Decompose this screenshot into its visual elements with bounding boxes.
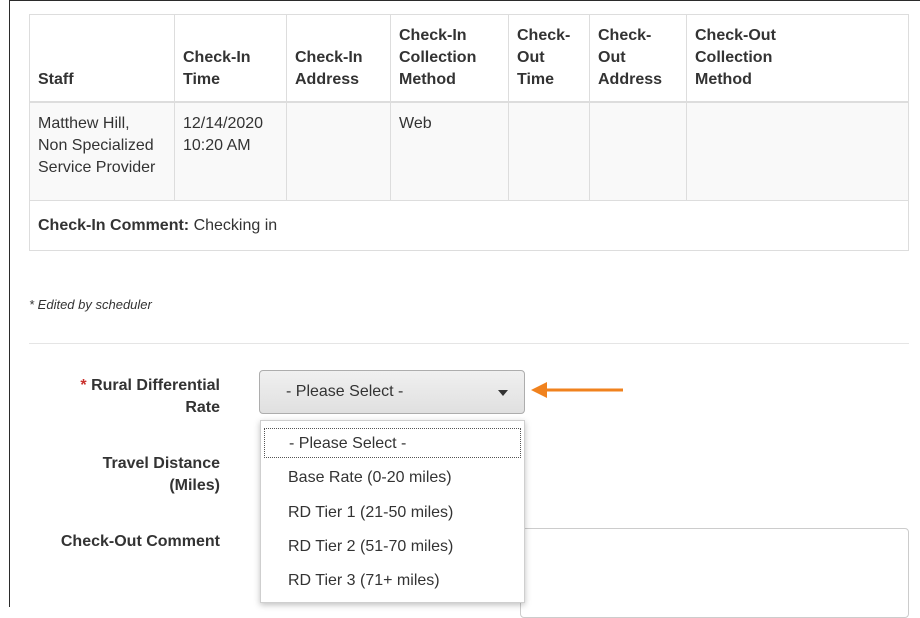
option-please-select[interactable]: - Please Select - bbox=[264, 428, 521, 458]
rural-differential-label: * Rural Differential Rate bbox=[40, 375, 220, 419]
visit-table: Staff Check-In Time Check-In Address Che… bbox=[29, 14, 909, 251]
table-row: Matthew Hill, Non Specialized Service Pr… bbox=[29, 101, 909, 201]
option-rd-tier-3[interactable]: RD Tier 3 (71+ miles) bbox=[264, 566, 521, 596]
travel-label-line1: Travel Distance bbox=[102, 455, 220, 472]
required-marker: * bbox=[80, 377, 87, 394]
cell-checkin-address bbox=[286, 101, 391, 201]
header-checkout-address: Check- Out Address bbox=[589, 14, 687, 103]
cell-checkin-method: Web bbox=[390, 101, 509, 201]
checkin-comment-cell: Check-In Comment: Checking in bbox=[29, 200, 909, 251]
checkout-comment-textarea[interactable] bbox=[520, 528, 909, 618]
select-current-value: - Please Select - bbox=[286, 383, 404, 400]
travel-label-line2: (Miles) bbox=[169, 477, 220, 494]
header-checkin-method: Check-In Collection Method bbox=[390, 14, 509, 103]
cell-checkout-address bbox=[589, 101, 687, 201]
annotation-arrow-icon bbox=[531, 382, 623, 398]
caret-down-icon bbox=[498, 390, 508, 396]
cell-checkin-time: 12/14/2020 10:20 AM bbox=[174, 101, 287, 201]
checkin-comment-value: Checking in bbox=[189, 216, 278, 234]
checkin-comment-label: Check-In Comment: bbox=[38, 216, 190, 234]
header-checkout-time: Check- Out Time bbox=[508, 14, 590, 103]
header-checkout-method: Check-Out Collection Method bbox=[686, 14, 909, 103]
cell-checkout-method bbox=[686, 101, 909, 201]
option-base-rate[interactable]: Base Rate (0-20 miles) bbox=[264, 463, 521, 493]
section-divider bbox=[29, 343, 909, 344]
cell-staff: Matthew Hill, Non Specialized Service Pr… bbox=[29, 101, 175, 201]
rural-differential-options: - Please Select - Base Rate (0-20 miles)… bbox=[260, 420, 525, 603]
rural-label-line1: Rural Differential bbox=[91, 377, 220, 394]
header-checkin-time: Check-In Time bbox=[174, 14, 287, 103]
edited-footnote: * Edited by scheduler bbox=[29, 297, 152, 312]
travel-distance-label: Travel Distance (Miles) bbox=[40, 453, 220, 497]
header-checkin-address: Check-In Address bbox=[286, 14, 391, 103]
table-header-row: Staff Check-In Time Check-In Address Che… bbox=[29, 14, 909, 103]
header-staff: Staff bbox=[29, 14, 175, 103]
option-rd-tier-1[interactable]: RD Tier 1 (21-50 miles) bbox=[264, 498, 521, 528]
rural-label-line2: Rate bbox=[185, 399, 220, 416]
checkout-comment-label: Check-Out Comment bbox=[60, 533, 220, 550]
cell-checkout-time bbox=[508, 101, 590, 201]
comment-row: Check-In Comment: Checking in bbox=[29, 200, 909, 251]
rural-differential-select[interactable]: - Please Select - bbox=[259, 370, 525, 414]
option-rd-tier-2[interactable]: RD Tier 2 (51-70 miles) bbox=[264, 532, 521, 562]
